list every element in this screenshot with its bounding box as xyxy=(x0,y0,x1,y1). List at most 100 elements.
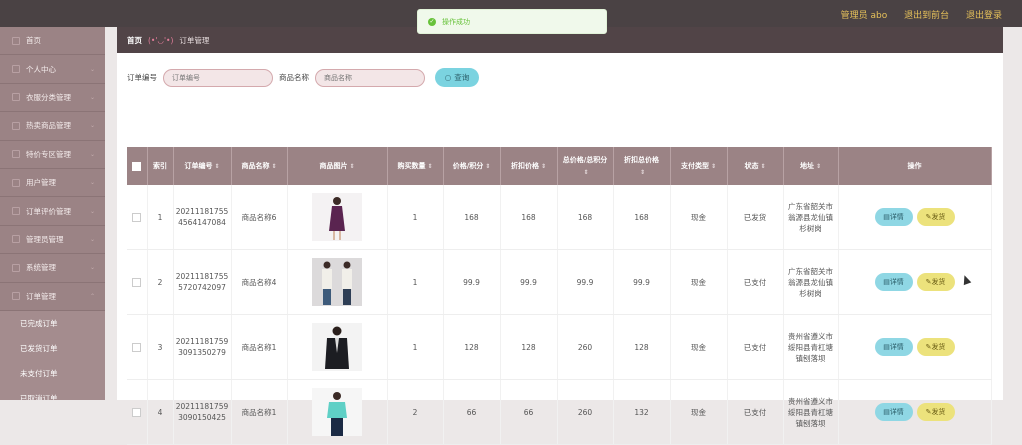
row-checkbox[interactable] xyxy=(132,278,142,287)
content-panel: 订单编号 商品名称 ○查询 索引 订单编号⇕ 商品名称⇕ 商品图片⇕ 购买数量⇕… xyxy=(117,53,1003,445)
ship-button[interactable]: ✎ 发货 xyxy=(916,403,955,421)
sidebar-item-label: 系统管理 xyxy=(26,263,56,273)
sort-icon: ⇕ xyxy=(710,162,717,170)
breadcrumb-decoration: (•'◡'•) xyxy=(148,35,174,45)
product-image-couple xyxy=(312,258,362,306)
cell-order-no: 20211181755 5720742097 xyxy=(173,249,232,315)
cell-price: 66 xyxy=(443,379,501,445)
cell-discount-total: 99.9 xyxy=(613,249,671,315)
sidebar-subitem-unpaid[interactable]: 未支付订单 xyxy=(0,360,105,386)
sidebar-item-profile[interactable]: 个人中心 ⌄ xyxy=(0,55,105,84)
sidebar-item-special[interactable]: 特价专区管理 ⌄ xyxy=(0,141,105,169)
col-header-total[interactable]: 总价格/总积分 ⇕ xyxy=(557,147,614,185)
cell-actions: ▤ 详情 ✎ 发货 xyxy=(838,379,992,445)
col-header-address[interactable]: 地址 ⇕ xyxy=(783,147,839,185)
sidebar-item-hot[interactable]: 热卖商品管理 ⌄ xyxy=(0,112,105,141)
col-header-order-no[interactable]: 订单编号 ⇕ xyxy=(173,147,232,185)
detail-button[interactable]: ▤ 详情 xyxy=(874,208,913,226)
cell-total: 99.9 xyxy=(557,249,614,315)
sort-icon: ⇕ xyxy=(760,162,766,170)
detail-button[interactable]: ▤ 详情 xyxy=(874,273,913,291)
select-all-cell[interactable] xyxy=(127,147,148,185)
cell-product: 商品名称4 xyxy=(231,249,288,315)
logout-link[interactable]: 退出登录 xyxy=(966,11,1002,21)
cell-discount-total: 128 xyxy=(613,314,671,380)
cell-discount-total: 168 xyxy=(613,185,671,250)
cell-status: 已发货 xyxy=(727,185,784,250)
col-header-discount[interactable]: 折扣价格 ⇕ xyxy=(500,147,558,185)
product-name-input[interactable] xyxy=(315,68,425,87)
order-no-input[interactable] xyxy=(163,68,273,87)
col-header-pay-type[interactable]: 支付类型 ⇕ xyxy=(670,147,728,185)
cell-actions: ▤ 详情 ✎ 发货 xyxy=(838,185,992,250)
sort-icon: ⇕ xyxy=(349,162,355,170)
sort-icon: ⇕ xyxy=(214,162,220,170)
cell-image xyxy=(287,314,388,380)
chevron-down-icon: ⌄ xyxy=(89,264,95,272)
cell-discount: 99.9 xyxy=(500,249,558,315)
sort-icon: ⇕ xyxy=(485,162,491,170)
query-button[interactable]: ○ 查询 xyxy=(435,68,479,87)
cell-qty: 1 xyxy=(387,185,444,250)
row-checkbox[interactable] xyxy=(132,343,142,352)
cell-discount-total: 132 xyxy=(613,379,671,445)
sidebar-item-label: 衣服分类管理 xyxy=(26,92,71,102)
chevron-down-icon: ⌄ xyxy=(89,235,95,243)
cell-image xyxy=(287,379,388,445)
row-checkbox[interactable] xyxy=(132,213,142,222)
cell-image xyxy=(287,249,388,315)
cell-qty: 2 xyxy=(387,379,444,445)
ship-button[interactable]: ✎ 发货 xyxy=(916,338,955,356)
col-header-index: 索引 xyxy=(147,147,174,185)
sidebar-item-admins[interactable]: 管理员管理 ⌄ xyxy=(0,226,105,255)
row-checkbox[interactable] xyxy=(132,408,142,417)
search-bar: 订单编号 商品名称 ○查询 xyxy=(127,68,479,87)
main-area: 首页 (•'◡'•) 订单管理 订单编号 商品名称 ○查询 索引 订单编号⇕ 商… xyxy=(117,27,1003,445)
admin-label: 管理员 abo xyxy=(840,11,888,21)
cell-order-no: 20211181759 3091350279 xyxy=(173,314,232,380)
sidebar-item-label: 热卖商品管理 xyxy=(26,121,71,131)
to-front-link[interactable]: 退出到前台 xyxy=(904,11,949,21)
chevron-down-icon: ⌄ xyxy=(89,93,95,101)
select-all-checkbox[interactable] xyxy=(132,161,142,171)
cell-qty: 1 xyxy=(387,314,444,380)
cell-address: 广东省韶关市翁源县龙仙镇杉树岗 xyxy=(783,185,839,250)
ship-button[interactable]: ✎ 发货 xyxy=(916,273,955,291)
cell-address: 贵州省遵义市绥阳县青杠塘镇刨落坝 xyxy=(783,314,839,380)
cell-discount: 66 xyxy=(500,379,558,445)
sidebar-subitem-completed[interactable]: 已完成订单 xyxy=(0,310,105,336)
comment-icon xyxy=(12,207,20,216)
cell-actions: ▤ 详情 ✎ 发货 xyxy=(838,314,992,380)
col-header-product[interactable]: 商品名称 ⇕ xyxy=(231,147,288,185)
cell-address: 广东省韶关市翁源县龙仙镇杉树岗 xyxy=(783,249,839,315)
col-header-discount-total[interactable]: 折扣总价格 ⇕ xyxy=(613,147,671,185)
breadcrumb-home[interactable]: 首页 xyxy=(127,35,142,46)
cell-pay-type: 现金 xyxy=(670,185,728,250)
order-no-label: 订单编号 xyxy=(127,73,157,82)
sidebar-subitem-shipped[interactable]: 已发货订单 xyxy=(0,335,105,361)
sidebar-item-system[interactable]: 系统管理 ⌄ xyxy=(0,254,105,283)
detail-button[interactable]: ▤ 详情 xyxy=(874,338,913,356)
col-header-status[interactable]: 状态 ⇕ xyxy=(727,147,784,185)
product-image-suit xyxy=(312,323,362,371)
detail-button[interactable]: ▤ 详情 xyxy=(874,403,913,421)
cell-index: 2 xyxy=(147,249,174,315)
cell-pay-type: 现金 xyxy=(670,379,728,445)
sidebar-item-home[interactable]: 首页 xyxy=(0,27,105,56)
sidebar-subitem-cancelled[interactable]: 已取消订单 xyxy=(0,385,105,400)
sidebar-item-category[interactable]: 衣服分类管理 ⌄ xyxy=(0,84,105,113)
cell-index: 4 xyxy=(147,379,174,445)
sidebar-item-reviews[interactable]: 订单评价管理 ⌄ xyxy=(0,197,105,226)
cell-address: 贵州省遵义市绥阳县青杠塘镇刨落坝 xyxy=(783,379,839,445)
sidebar-item-label: 首页 xyxy=(26,36,41,46)
col-header-qty[interactable]: 购买数量 ⇕ xyxy=(387,147,444,185)
sidebar-item-users[interactable]: 用户管理 ⌄ xyxy=(0,169,105,198)
sidebar-item-label: 订单管理 xyxy=(26,291,56,301)
users-icon xyxy=(12,178,20,187)
ship-button[interactable]: ✎ 发货 xyxy=(916,208,955,226)
tag-icon xyxy=(12,150,20,159)
col-header-price[interactable]: 价格/积分 ⇕ xyxy=(443,147,501,185)
col-header-image[interactable]: 商品图片 ⇕ xyxy=(287,147,388,185)
chevron-up-icon: ⌃ xyxy=(89,292,95,300)
sidebar-item-orders[interactable]: 订单管理 ⌃ xyxy=(0,283,105,311)
